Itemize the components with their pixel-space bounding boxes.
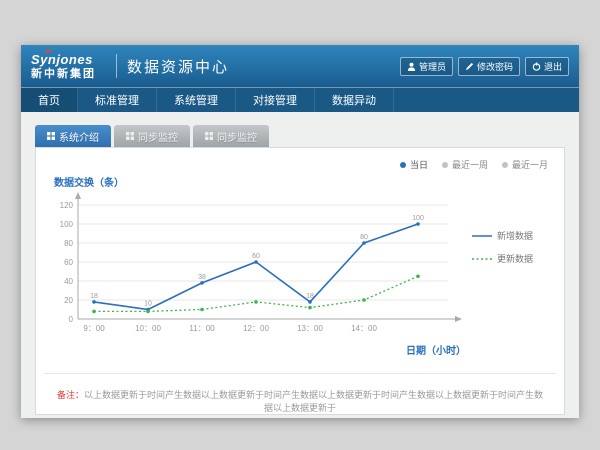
note-divider (44, 373, 556, 374)
x-axis-title: 日期（小时） (48, 342, 468, 357)
power-icon (532, 62, 541, 71)
svg-text:60: 60 (64, 258, 73, 267)
y-axis-title: 数据交换（条） (54, 174, 552, 189)
nav-item-system-management[interactable]: 系统管理 (157, 88, 236, 112)
app-window: Synjones 新中新集团 数据资源中心 管理员 修改密码 (21, 45, 579, 418)
legend-new-data[interactable]: 新增数据 (472, 229, 533, 242)
series-legend: 新增数据 更新数据 (472, 229, 533, 275)
admin-user-label: 管理员 (419, 60, 446, 73)
svg-text:10：00: 10：00 (135, 324, 161, 333)
header-actions: 管理员 修改密码 退出 (400, 57, 569, 76)
svg-text:80: 80 (64, 239, 73, 248)
footnote-prefix: 备注： (57, 390, 84, 400)
page-title: 数据资源中心 (127, 56, 229, 77)
grid-icon (205, 132, 213, 140)
dotted-line-icon (472, 256, 492, 262)
radio-dot-icon (442, 162, 448, 168)
svg-text:9：00: 9：00 (83, 324, 105, 333)
nav-item-connection-management[interactable]: 对接管理 (236, 88, 315, 112)
svg-text:18: 18 (306, 293, 314, 300)
time-range-filters: 当日 最近一周 最近一月 (400, 158, 548, 171)
footnote: 备注：以上数据更新于时间产生数据以上数据更新于时间产生数据以上数据更新于时间产生… (48, 388, 552, 414)
change-password-label: 修改密码 (477, 60, 513, 73)
footnote-text: 以上数据更新于时间产生数据以上数据更新于时间产生数据以上数据更新于时间产生数据以… (84, 390, 543, 413)
svg-text:80: 80 (360, 234, 368, 241)
svg-text:20: 20 (64, 296, 73, 305)
admin-user-button[interactable]: 管理员 (400, 57, 453, 76)
svg-text:10: 10 (144, 301, 152, 308)
pencil-icon (465, 62, 474, 71)
solid-line-icon (472, 233, 492, 239)
user-icon (407, 62, 416, 71)
content-area: 系统介绍 同步监控 同步监控 当日 (21, 112, 579, 418)
svg-text:18: 18 (90, 293, 98, 300)
svg-text:0: 0 (69, 315, 74, 324)
tab-label: 系统介绍 (59, 129, 99, 144)
main-nav: 首页 标准管理 系统管理 对接管理 数据异动 (21, 87, 579, 112)
radio-dot-icon (400, 162, 406, 168)
nav-item-home[interactable]: 首页 (21, 88, 78, 112)
svg-text:120: 120 (60, 201, 74, 210)
header-divider (116, 54, 117, 78)
line-chart: 0 20 40 60 80 100 120 9：00 10：00 11：00 12：00 13：00 1… (48, 191, 468, 357)
logo-wordmark: Synjones (31, 53, 96, 66)
change-password-button[interactable]: 修改密码 (458, 57, 520, 76)
tab-label: 同步监控 (217, 129, 257, 144)
chart-panel: 当日 最近一周 最近一月 数据交换（条） 0 20 40 60 80 100 120 9：00… (35, 147, 565, 415)
radio-dot-icon (502, 162, 508, 168)
tab-sync-monitor-1[interactable]: 同步监控 (114, 125, 190, 147)
logout-button[interactable]: 退出 (525, 57, 569, 76)
svg-text:60: 60 (252, 253, 260, 260)
svg-text:40: 40 (64, 277, 73, 286)
tab-bar: 系统介绍 同步监控 同步监控 (35, 125, 565, 147)
tab-sync-monitor-2[interactable]: 同步监控 (193, 125, 269, 147)
tab-label: 同步监控 (138, 129, 178, 144)
logo: Synjones 新中新集团 (31, 53, 96, 80)
svg-text:13：00: 13：00 (297, 324, 323, 333)
tab-system-intro[interactable]: 系统介绍 (35, 125, 111, 147)
grid-icon (126, 132, 134, 140)
filter-last-month[interactable]: 最近一月 (502, 158, 548, 171)
filter-last-week[interactable]: 最近一周 (442, 158, 488, 171)
grid-icon (47, 132, 55, 140)
svg-text:38: 38 (198, 274, 206, 281)
chart-canvas: 0 20 40 60 80 100 120 9：00 10：00 11：00 12：00 13：00 1… (48, 191, 468, 341)
svg-text:100: 100 (412, 215, 424, 222)
nav-item-data-changes[interactable]: 数据异动 (315, 88, 394, 112)
svg-text:12：00: 12：00 (243, 324, 269, 333)
legend-updated-data[interactable]: 更新数据 (472, 252, 533, 265)
chart-row: 0 20 40 60 80 100 120 9：00 10：00 11：00 12：00 13：00 1… (48, 191, 552, 357)
svg-text:14：00: 14：00 (351, 324, 377, 333)
svg-text:100: 100 (60, 220, 74, 229)
filter-today[interactable]: 当日 (400, 158, 428, 171)
app-header: Synjones 新中新集团 数据资源中心 管理员 修改密码 (21, 45, 579, 87)
nav-item-standard-management[interactable]: 标准管理 (78, 88, 157, 112)
logo-company-name: 新中新集团 (31, 69, 96, 80)
svg-text:11：00: 11：00 (189, 324, 215, 333)
logout-label: 退出 (544, 60, 562, 73)
